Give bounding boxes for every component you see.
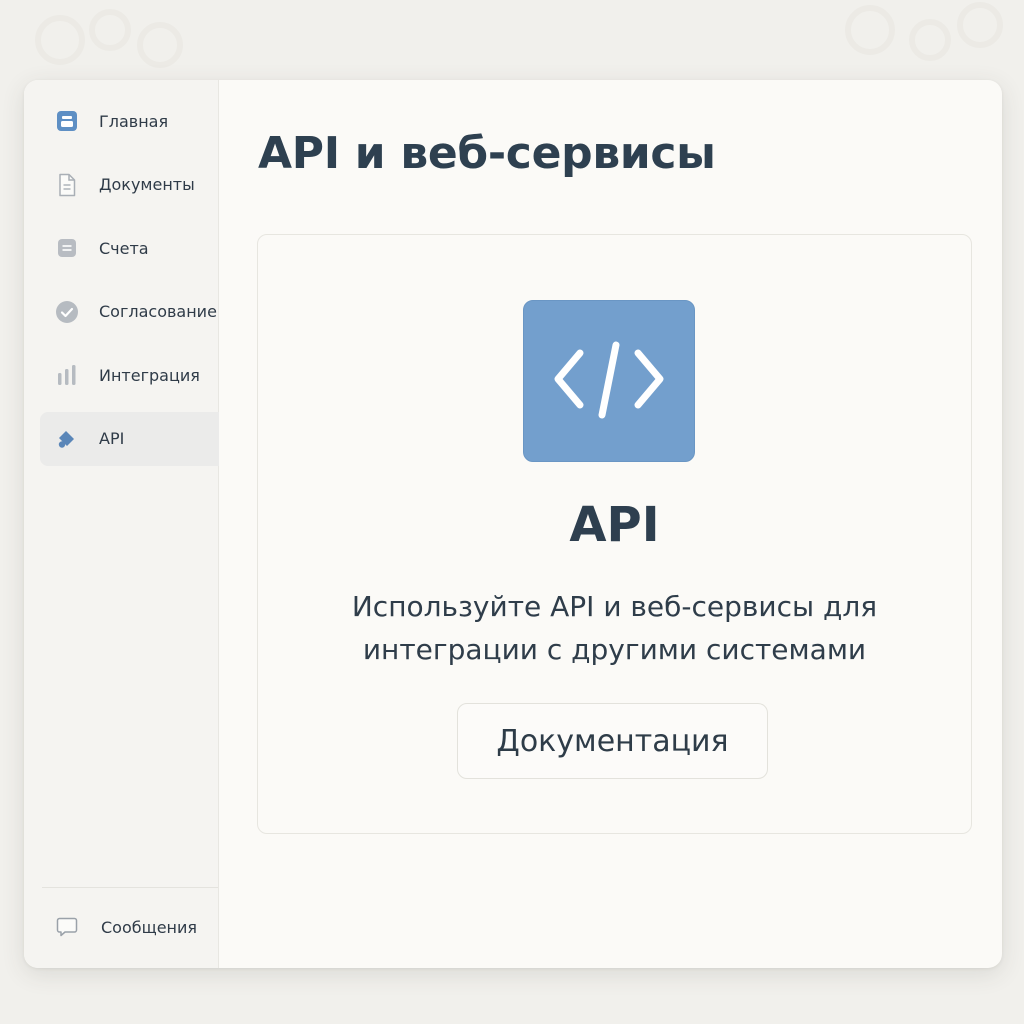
sidebar-item-label: API [99, 429, 125, 448]
sidebar-item-approval[interactable]: Согласование [40, 285, 219, 339]
sidebar-item-label: Документы [99, 175, 195, 194]
documentation-button[interactable]: Документация [457, 703, 768, 779]
card-description-line: Используйте API и веб-сервисы для [351, 590, 878, 623]
card-description: Используйте API и веб-сервисы для интегр… [298, 585, 931, 671]
invoice-icon [54, 235, 80, 261]
sidebar-item-documents[interactable]: Документы [40, 158, 219, 212]
sidebar: Главная Документы Счета Согласование Инт… [24, 80, 219, 968]
app-window: Главная Документы Счета Согласование Инт… [24, 80, 1002, 968]
api-icon [54, 426, 80, 452]
sidebar-item-api[interactable]: API [40, 411, 219, 466]
page-title: API и веб-сервисы [258, 128, 716, 179]
sidebar-divider [42, 887, 218, 888]
message-icon [54, 914, 80, 940]
home-icon [54, 108, 80, 134]
api-card: API Используйте API и веб-сервисы для ин… [257, 234, 972, 834]
sidebar-item-label: Согласование [99, 302, 217, 321]
sidebar-item-messages[interactable]: Сообщения [54, 914, 197, 940]
bar-chart-icon [54, 362, 80, 388]
sidebar-item-integration[interactable]: Интеграция [40, 348, 219, 402]
sidebar-item-home[interactable]: Главная [40, 94, 219, 148]
check-circle-icon [54, 299, 80, 325]
main-content: API и веб-сервисы API Используйте API и … [219, 80, 1002, 968]
card-title: API [569, 497, 660, 553]
sidebar-item-label: Счета [99, 238, 149, 258]
sidebar-item-label: Сообщения [101, 917, 198, 937]
code-icon [523, 300, 695, 462]
document-icon [54, 172, 80, 198]
card-description-line: интеграции с другими системами [362, 633, 867, 666]
sidebar-item-label: Главная [99, 111, 169, 131]
sidebar-item-label: Интеграция [99, 365, 200, 385]
sidebar-item-invoices[interactable]: Счета [40, 221, 219, 275]
